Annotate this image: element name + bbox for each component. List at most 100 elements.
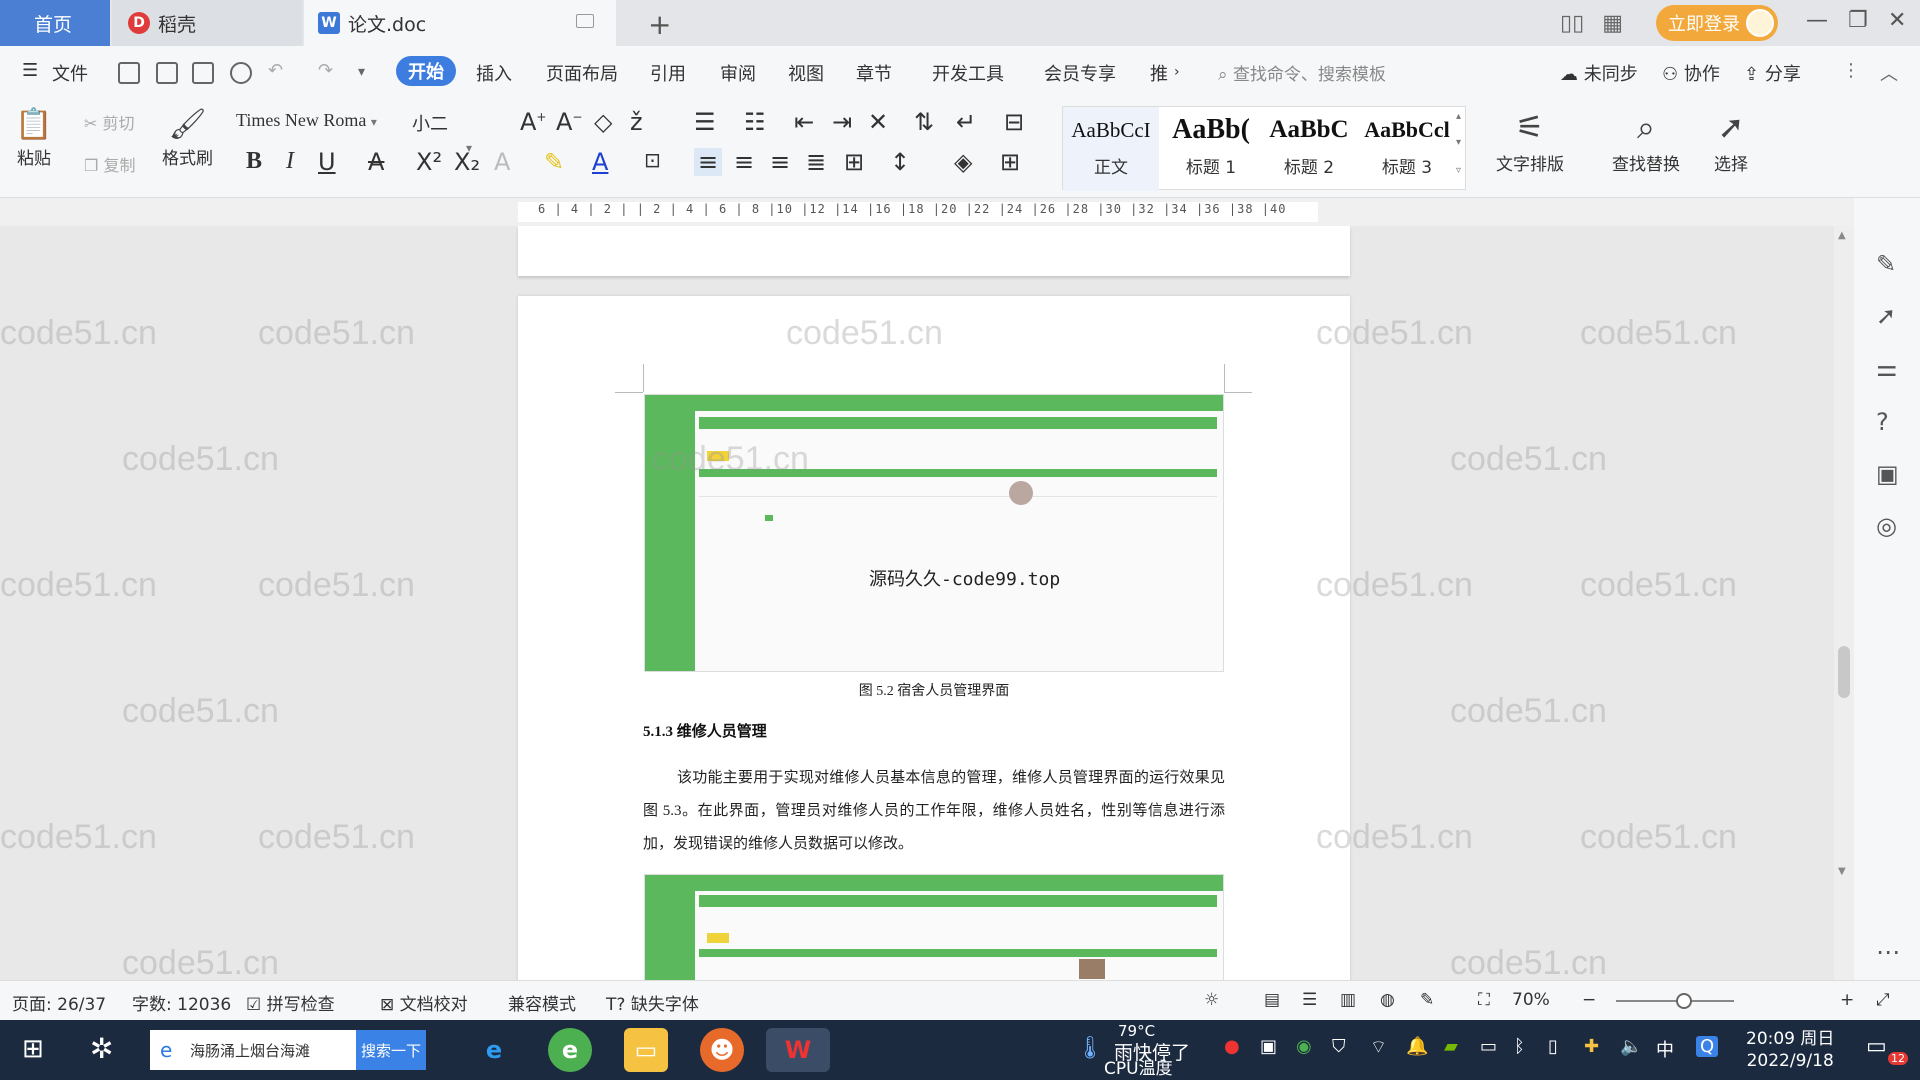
paste-button[interactable]: 📋 粘贴: [15, 104, 52, 170]
battery-icon[interactable]: ▭: [1480, 1036, 1497, 1057]
menu-view[interactable]: 视图: [788, 60, 824, 86]
page-view-icon[interactable]: ▤: [1264, 990, 1280, 1010]
zoom-in-icon[interactable]: +: [1840, 990, 1854, 1010]
cut-button[interactable]: ✂ 剪切: [84, 110, 135, 134]
style-heading-2[interactable]: AaBbC 标题 2: [1261, 107, 1357, 191]
strikethrough-icon[interactable]: A: [368, 148, 384, 176]
sort-icon[interactable]: ⇅: [914, 108, 934, 136]
line-spacing-icon[interactable]: ↕: [890, 148, 910, 176]
game-app-icon[interactable]: ☻: [700, 1028, 744, 1072]
more-horizontal-icon[interactable]: ⋯: [1876, 938, 1900, 966]
pinwheel-icon[interactable]: ✲: [90, 1032, 113, 1065]
document-canvas[interactable]: 源码久久-code99.top 图 5.2 宿舍人员管理界面 5.1.3 维修人…: [0, 226, 1834, 980]
word-count[interactable]: 字数: 12036: [132, 990, 231, 1015]
save-icon[interactable]: [118, 62, 140, 84]
wps-app-icon[interactable]: W: [766, 1028, 830, 1072]
zoom-slider-track[interactable]: [1616, 1000, 1734, 1002]
borders-icon[interactable]: ⊞: [1000, 148, 1020, 176]
undo-icon[interactable]: ↶: [268, 60, 283, 81]
close-icon[interactable]: ✕: [1888, 8, 1906, 33]
reading-view-icon[interactable]: ▥: [1340, 990, 1356, 1010]
ie-browser-icon[interactable]: e: [472, 1028, 516, 1072]
layout-icon[interactable]: ▯▯: [1560, 11, 1584, 36]
styles-scroll-up-icon[interactable]: ▴: [1456, 111, 1461, 122]
system-clock[interactable]: 20:09 周日 2022/9/18: [1746, 1028, 1834, 1072]
show-marks-icon[interactable]: ↵: [956, 108, 976, 136]
tray-package-icon[interactable]: ▣: [1260, 1036, 1277, 1057]
grid-apps-icon[interactable]: ▦: [1602, 11, 1623, 36]
notification-bell-icon[interactable]: 🔔: [1406, 1036, 1428, 1057]
taskbar-search-button[interactable]: 搜索一下: [356, 1030, 426, 1070]
superscript-icon[interactable]: X²: [416, 148, 442, 176]
char-border-icon[interactable]: ⊡: [644, 148, 661, 172]
pointer-icon[interactable]: ➚: [1876, 302, 1896, 330]
tab-stops-icon[interactable]: ⊟: [1004, 108, 1024, 136]
subscript-icon[interactable]: X₂: [454, 148, 480, 176]
shrink-font-icon[interactable]: A−: [556, 108, 582, 136]
menu-file[interactable]: 文件: [52, 60, 88, 86]
taskbar-search-input[interactable]: e 海肠涌上烟台海滩: [150, 1030, 356, 1070]
quick-access-dropdown-icon[interactable]: ▾: [358, 64, 365, 80]
wifi-icon[interactable]: ⌔: [1370, 1036, 1387, 1059]
styles-expand-icon[interactable]: ▿: [1456, 165, 1461, 176]
search-command-field[interactable]: ⌕ 查找命令、搜索模板: [1218, 60, 1386, 85]
scroll-up-icon[interactable]: ▲: [1838, 230, 1846, 241]
distribute-icon[interactable]: ⊞: [844, 148, 864, 176]
fit-page-icon[interactable]: ⛶: [1478, 990, 1490, 1010]
write-mode-icon[interactable]: ✎: [1420, 990, 1434, 1010]
tray-wechat-icon[interactable]: ◉: [1296, 1036, 1312, 1057]
format-painter-button[interactable]: 🖌 格式刷: [162, 104, 213, 170]
sync-status[interactable]: ☁ 未同步: [1560, 60, 1638, 86]
pen-icon[interactable]: ✎: [1876, 250, 1896, 278]
shading-icon[interactable]: ◈: [954, 148, 972, 176]
menu-dev-tools[interactable]: 开发工具: [932, 60, 1004, 86]
justify-icon[interactable]: ≣: [806, 148, 826, 176]
missing-font-button[interactable]: T? 缺失字体: [606, 990, 699, 1015]
document-page[interactable]: 源码久久-code99.top 图 5.2 宿舍人员管理界面 5.1.3 维修人…: [518, 296, 1350, 980]
underline-icon[interactable]: U: [318, 148, 336, 176]
zoom-level[interactable]: 70%: [1512, 990, 1550, 1010]
help-icon[interactable]: ?: [1876, 408, 1889, 436]
menu-member[interactable]: 会员专享: [1044, 60, 1116, 86]
share-button[interactable]: ⇪ 分享: [1744, 60, 1801, 86]
print-icon[interactable]: [192, 62, 214, 84]
collab-button[interactable]: ⚇ 协作: [1662, 60, 1720, 86]
outline-view-icon[interactable]: ☰: [1302, 990, 1317, 1010]
chinese-layout-icon[interactable]: ✕: [868, 108, 888, 136]
usb-icon[interactable]: ▯: [1548, 1036, 1558, 1057]
font-size-select[interactable]: 小二 ▾: [412, 110, 512, 155]
font-name-select[interactable]: Times New Roma ▾: [236, 110, 408, 138]
style-heading-3[interactable]: AaBbCcl 标题 3: [1359, 107, 1455, 191]
fullscreen-icon[interactable]: ⤢: [1876, 990, 1890, 1010]
new-tab-button[interactable]: +: [648, 8, 671, 41]
eye-protect-icon[interactable]: ☼: [1204, 990, 1219, 1010]
tab-daoke[interactable]: D 稻壳: [112, 0, 302, 46]
styles-scroll-down-icon[interactable]: ▾: [1456, 137, 1461, 148]
file-explorer-icon[interactable]: ▭: [624, 1028, 668, 1072]
collapse-ribbon-icon[interactable]: ︿: [1880, 60, 1898, 86]
clear-format-icon[interactable]: ◇: [594, 108, 612, 136]
align-left-icon[interactable]: ≡: [694, 148, 723, 176]
scrollbar-thumb[interactable]: [1838, 646, 1850, 698]
hamburger-icon[interactable]: ☰: [22, 60, 38, 81]
bold-icon[interactable]: B: [246, 148, 262, 175]
figure-5-2-image[interactable]: 源码久久-code99.top: [644, 394, 1224, 672]
windows-start-icon[interactable]: ⊞: [22, 1034, 44, 1064]
menu-review[interactable]: 审阅: [720, 60, 756, 86]
action-center-icon[interactable]: ▭: [1866, 1034, 1887, 1059]
phonetic-icon[interactable]: ž: [630, 108, 643, 136]
numbering-icon[interactable]: ☷: [744, 108, 766, 136]
tab-home[interactable]: 首页: [0, 0, 110, 46]
menu-references[interactable]: 引用: [650, 60, 686, 86]
nvidia-icon[interactable]: ▰: [1444, 1036, 1458, 1057]
ime-indicator[interactable]: 中: [1656, 1036, 1674, 1062]
minimize-icon[interactable]: —: [1806, 8, 1828, 33]
menu-insert[interactable]: 插入: [476, 60, 512, 86]
font-color-icon[interactable]: A: [592, 148, 608, 176]
tab-document[interactable]: W 论文.doc: [304, 0, 616, 46]
volume-icon[interactable]: 🔈: [1620, 1036, 1642, 1057]
tray-app-icon[interactable]: ●: [1224, 1036, 1240, 1057]
proofread-button[interactable]: ⊠ 文档校对: [380, 990, 468, 1015]
zoom-out-icon[interactable]: −: [1582, 990, 1596, 1010]
menu-start[interactable]: 开始: [396, 56, 456, 86]
